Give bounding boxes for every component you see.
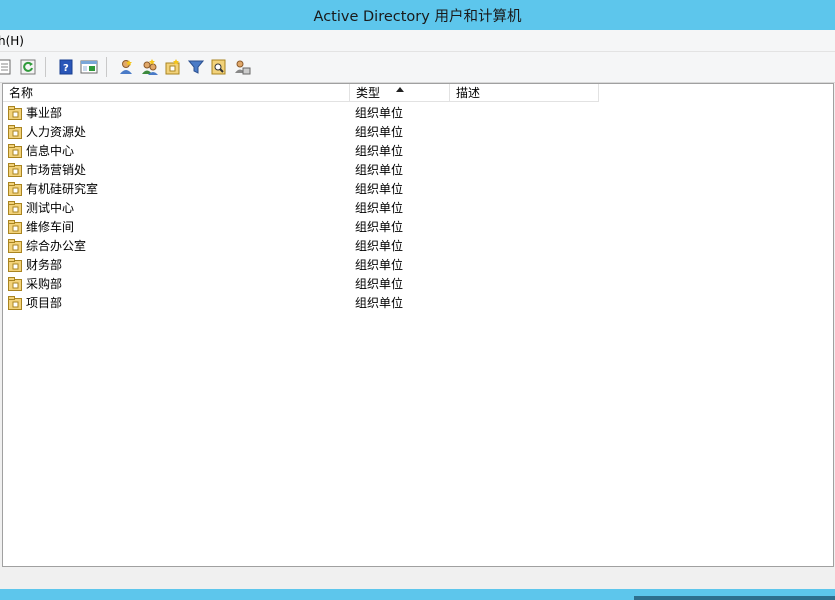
row-type: 组织单位 xyxy=(355,144,404,158)
list-row[interactable]: 市场营销处 组织单位 xyxy=(3,160,833,179)
toolbar: ? xyxy=(0,52,835,83)
add-to-group-icon[interactable] xyxy=(233,58,251,76)
menu-help[interactable]: h(H) xyxy=(0,34,30,48)
row-type: 组织单位 xyxy=(355,125,404,139)
organizational-unit-icon xyxy=(8,105,22,120)
list-rows: 事业部 组织单位 人力资源处 组织单位 信息中心 组织单位 市场营销处 组织单位 xyxy=(3,103,833,312)
window-title: Active Directory 用户和计算机 xyxy=(313,8,522,25)
row-type: 组织单位 xyxy=(355,277,404,291)
column-header-name-label: 名称 xyxy=(9,86,34,100)
sort-ascending-icon xyxy=(396,87,404,92)
organizational-unit-icon xyxy=(8,162,22,177)
list-row[interactable]: 采购部 组织单位 xyxy=(3,274,833,293)
cell-name: 有机硅研究室 xyxy=(3,180,350,197)
row-type: 组织单位 xyxy=(355,182,404,196)
list-row[interactable]: 综合办公室 组织单位 xyxy=(3,236,833,255)
toolbar-separator xyxy=(106,57,107,77)
list-row[interactable]: 财务部 组织单位 xyxy=(3,255,833,274)
column-header-name[interactable]: 名称 xyxy=(3,84,350,102)
column-header-type-label: 类型 xyxy=(356,86,381,100)
organizational-unit-icon xyxy=(8,181,22,196)
cell-name: 人力资源处 xyxy=(3,123,350,140)
cell-name: 市场营销处 xyxy=(3,161,350,178)
new-user-icon[interactable] xyxy=(118,58,136,76)
list-row[interactable]: 有机硅研究室 组织单位 xyxy=(3,179,833,198)
row-name: 财务部 xyxy=(26,258,63,272)
row-name: 综合办公室 xyxy=(26,239,87,253)
column-header-description[interactable]: 描述 xyxy=(450,84,599,102)
row-name: 采购部 xyxy=(26,277,63,291)
column-header-type[interactable]: 类型 xyxy=(350,84,450,102)
properties-icon[interactable] xyxy=(0,58,14,76)
row-type: 组织单位 xyxy=(355,296,404,310)
row-type: 组织单位 xyxy=(355,201,404,215)
cell-name: 测试中心 xyxy=(3,199,350,216)
cell-name: 事业部 xyxy=(3,104,350,121)
row-name: 信息中心 xyxy=(26,144,75,158)
column-header-description-label: 描述 xyxy=(456,86,481,100)
list-row[interactable]: 信息中心 组织单位 xyxy=(3,141,833,160)
row-type: 组织单位 xyxy=(355,220,404,234)
new-group-icon[interactable] xyxy=(141,58,159,76)
cell-name: 财务部 xyxy=(3,256,350,273)
row-name: 测试中心 xyxy=(26,201,75,215)
help-icon[interactable]: ? xyxy=(57,58,75,76)
organizational-unit-icon xyxy=(8,200,22,215)
refresh-icon[interactable] xyxy=(19,58,37,76)
list-row[interactable]: 人力资源处 组织单位 xyxy=(3,122,833,141)
row-name: 维修车间 xyxy=(26,220,75,234)
organizational-unit-icon xyxy=(8,276,22,291)
filter-icon[interactable] xyxy=(187,58,205,76)
organizational-unit-icon xyxy=(8,219,22,234)
list-row[interactable]: 维修车间 组织单位 xyxy=(3,217,833,236)
row-name: 人力资源处 xyxy=(26,125,87,139)
cell-name: 采购部 xyxy=(3,275,350,292)
new-ou-icon[interactable] xyxy=(164,58,182,76)
row-name: 项目部 xyxy=(26,296,63,310)
list-row[interactable]: 项目部 组织单位 xyxy=(3,293,833,312)
cell-name: 信息中心 xyxy=(3,142,350,159)
svg-text:?: ? xyxy=(63,63,69,74)
results-list-view[interactable]: 名称 类型 描述 事业部 组织单位 人力资源处 组织单位 信息中心 组织单位 市… xyxy=(2,83,834,567)
list-row[interactable]: 测试中心 组织单位 xyxy=(3,198,833,217)
organizational-unit-icon xyxy=(8,295,22,310)
row-name: 事业部 xyxy=(26,106,63,120)
row-type: 组织单位 xyxy=(355,106,404,120)
window-titlebar[interactable]: Active Directory 用户和计算机 xyxy=(0,0,835,30)
find-icon[interactable] xyxy=(210,58,228,76)
list-header: 名称 类型 描述 xyxy=(3,84,833,103)
cell-name: 综合办公室 xyxy=(3,237,350,254)
row-name: 有机硅研究室 xyxy=(26,182,99,196)
organizational-unit-icon xyxy=(8,238,22,253)
organizational-unit-icon xyxy=(8,143,22,158)
organizational-unit-icon xyxy=(8,257,22,272)
row-name: 市场营销处 xyxy=(26,163,87,177)
cell-name: 维修车间 xyxy=(3,218,350,235)
toolbar-separator xyxy=(45,57,46,77)
show-console-tree-icon[interactable] xyxy=(80,58,98,76)
list-row[interactable]: 事业部 组织单位 xyxy=(3,103,833,122)
organizational-unit-icon xyxy=(8,124,22,139)
row-type: 组织单位 xyxy=(355,258,404,272)
menubar: h(H) xyxy=(0,30,835,52)
taskbar-active-segment xyxy=(634,596,835,600)
row-type: 组织单位 xyxy=(355,163,404,177)
cell-name: 项目部 xyxy=(3,294,350,311)
row-type: 组织单位 xyxy=(355,239,404,253)
